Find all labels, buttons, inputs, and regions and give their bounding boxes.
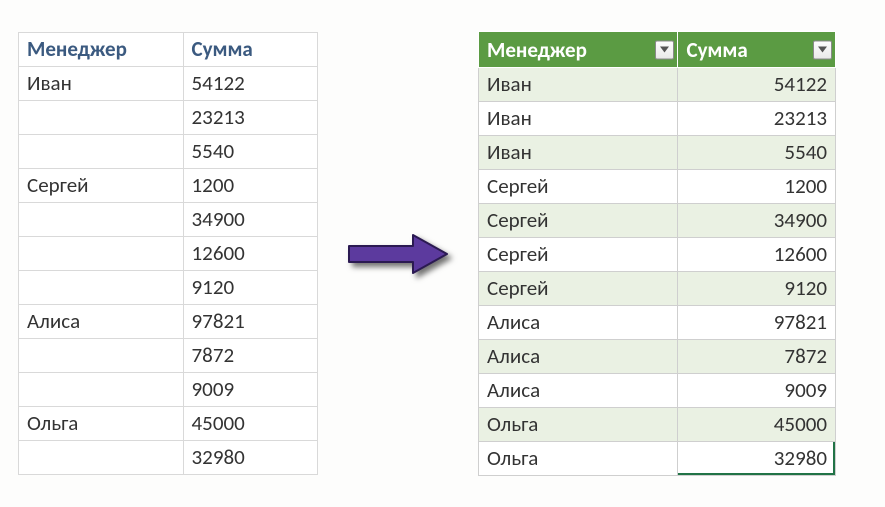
table-row: Сергей1200 (19, 169, 318, 203)
table-row: 23213 (19, 101, 318, 135)
cell-amount[interactable]: 34900 (183, 203, 317, 237)
right-header-manager[interactable]: Менеджер (479, 32, 678, 68)
table-row: 9009 (19, 373, 318, 407)
table-row: Сергей12600 (479, 238, 836, 272)
cell-manager[interactable] (19, 373, 184, 407)
table-row: 34900 (19, 203, 318, 237)
cell-manager[interactable]: Сергей (479, 238, 678, 272)
left-header-manager[interactable]: Менеджер (19, 33, 184, 67)
table-row: Ольга45000 (19, 407, 318, 441)
cell-manager[interactable] (19, 237, 184, 271)
table-row: 5540 (19, 135, 318, 169)
cell-manager[interactable]: Иван (479, 102, 678, 136)
cell-manager[interactable]: Ольга (479, 408, 678, 442)
table-row: Алиса7872 (479, 340, 836, 374)
left-header-amount[interactable]: Сумма (183, 33, 317, 67)
table-row: 7872 (19, 339, 318, 373)
cell-amount[interactable]: 1200 (678, 170, 836, 204)
table-row: Ольга32980 (479, 442, 836, 476)
cell-manager[interactable]: Ольга (19, 407, 184, 441)
comparison-layout: Менеджер Сумма Иван54122 23213 5540 Серг… (18, 31, 867, 476)
cell-manager[interactable] (19, 203, 184, 237)
cell-amount[interactable]: 5540 (678, 136, 836, 170)
table-row: Иван23213 (479, 102, 836, 136)
table-row: Ольга45000 (479, 408, 836, 442)
cell-manager[interactable]: Алиса (479, 340, 678, 374)
result-excel-table: Менеджер Сумма Иван54122 Иван23213 Иван5… (478, 31, 836, 476)
table-row: 12600 (19, 237, 318, 271)
table-row: Иван54122 (479, 68, 836, 102)
source-spreadsheet: Менеджер Сумма Иван54122 23213 5540 Серг… (18, 32, 318, 475)
filter-dropdown-manager[interactable] (655, 40, 674, 59)
cell-amount[interactable]: 54122 (183, 67, 317, 101)
table-row: Алиса97821 (19, 305, 318, 339)
cell-amount[interactable]: 7872 (678, 340, 836, 374)
cell-amount[interactable]: 23213 (183, 101, 317, 135)
cell-amount[interactable]: 7872 (183, 339, 317, 373)
cell-manager[interactable]: Иван (479, 68, 678, 102)
right-header-manager-label: Менеджер (487, 37, 587, 63)
cell-amount[interactable]: 23213 (678, 102, 836, 136)
cell-amount[interactable]: 12600 (183, 237, 317, 271)
right-header-amount-label: Сумма (686, 37, 747, 63)
filter-dropdown-amount[interactable] (813, 40, 832, 59)
cell-manager[interactable]: Иван (19, 67, 184, 101)
table-row: Сергей34900 (479, 204, 836, 238)
arrow-right-icon (318, 229, 478, 279)
cell-manager[interactable] (19, 441, 184, 475)
cell-amount[interactable]: 32980 (183, 441, 317, 475)
cell-manager[interactable]: Сергей (479, 272, 678, 306)
right-table-body: Иван54122 Иван23213 Иван5540 Сергей1200 … (479, 68, 836, 476)
cell-amount[interactable]: 97821 (678, 306, 836, 340)
cell-amount[interactable]: 9120 (183, 271, 317, 305)
cell-manager[interactable]: Сергей (479, 204, 678, 238)
table-row: 9120 (19, 271, 318, 305)
cell-manager[interactable]: Алиса (479, 306, 678, 340)
cell-manager[interactable]: Алиса (19, 305, 184, 339)
cell-amount[interactable]: 32980 (678, 442, 836, 476)
cell-amount[interactable]: 45000 (678, 408, 836, 442)
cell-amount[interactable]: 9120 (678, 272, 836, 306)
cell-amount[interactable]: 1200 (183, 169, 317, 203)
table-row: Иван5540 (479, 136, 836, 170)
cell-manager[interactable]: Сергей (479, 170, 678, 204)
left-table-body: Иван54122 23213 5540 Сергей1200 34900 12… (19, 67, 318, 475)
cell-manager[interactable]: Ольга (479, 442, 678, 476)
table-row: Сергей9120 (479, 272, 836, 306)
cell-manager[interactable]: Иван (479, 136, 678, 170)
table-row: Иван54122 (19, 67, 318, 101)
cell-manager[interactable] (19, 135, 184, 169)
table-row: 32980 (19, 441, 318, 475)
cell-amount[interactable]: 9009 (678, 374, 836, 408)
cell-manager[interactable]: Алиса (479, 374, 678, 408)
table-row: Сергей1200 (479, 170, 836, 204)
cell-amount[interactable]: 97821 (183, 305, 317, 339)
cell-amount[interactable]: 34900 (678, 204, 836, 238)
cell-amount[interactable]: 12600 (678, 238, 836, 272)
cell-manager[interactable] (19, 339, 184, 373)
cell-amount[interactable]: 9009 (183, 373, 317, 407)
cell-amount[interactable]: 45000 (183, 407, 317, 441)
cell-manager[interactable] (19, 101, 184, 135)
cell-amount[interactable]: 54122 (678, 68, 836, 102)
table-row: Алиса97821 (479, 306, 836, 340)
right-header-amount[interactable]: Сумма (678, 32, 836, 68)
cell-manager[interactable]: Сергей (19, 169, 184, 203)
cell-amount[interactable]: 5540 (183, 135, 317, 169)
cell-manager[interactable] (19, 271, 184, 305)
table-row: Алиса9009 (479, 374, 836, 408)
